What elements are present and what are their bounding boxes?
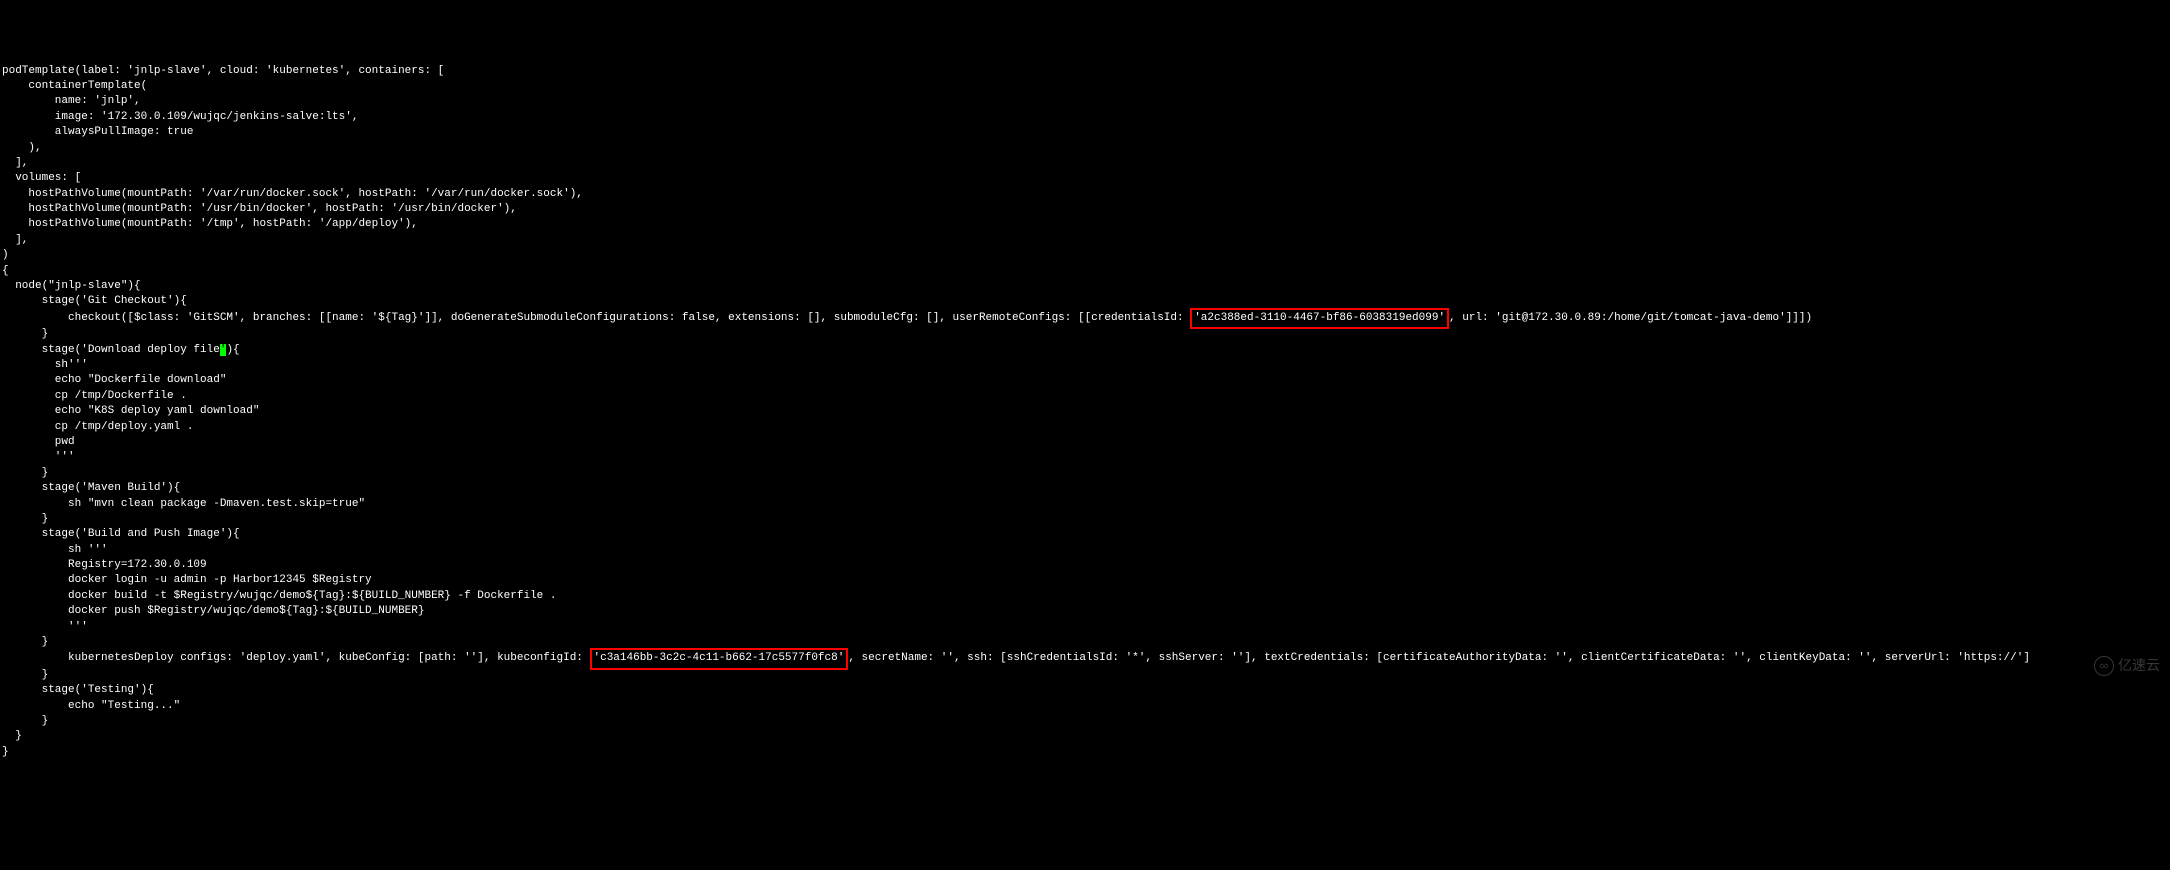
watermark-text: 亿速云 <box>2118 657 2160 673</box>
code-line: } <box>2 512 2168 527</box>
code-line-checkout: checkout([$class: 'GitSCM', branches: [[… <box>2 310 2168 327</box>
code-line: docker build -t $Registry/wujqc/demo${Ta… <box>2 589 2168 604</box>
credentials-id-highlight: 'a2c388ed-3110-4467-bf86-6038319ed099' <box>1190 308 1449 329</box>
code-line: ''' <box>2 620 2168 635</box>
code-line: stage('Testing'){ <box>2 683 2168 698</box>
code-line: stage('Maven Build'){ <box>2 481 2168 496</box>
checkout-prefix: checkout([$class: 'GitSCM', branches: [[… <box>2 312 1190 324</box>
code-line: } <box>2 466 2168 481</box>
code-line: Registry=172.30.0.109 <box>2 558 2168 573</box>
code-line: ], <box>2 233 2168 248</box>
code-line: echo "Dockerfile download" <box>2 373 2168 388</box>
code-line: ), <box>2 141 2168 156</box>
code-line: hostPathVolume(mountPath: '/var/run/dock… <box>2 187 2168 202</box>
code-line: sh ''' <box>2 543 2168 558</box>
code-line: image: '172.30.0.109/wujqc/jenkins-salve… <box>2 110 2168 125</box>
code-line: echo "K8S deploy yaml download" <box>2 404 2168 419</box>
code-editor[interactable]: podTemplate(label: 'jnlp-slave', cloud: … <box>2 64 2168 761</box>
code-line: ) <box>2 248 2168 263</box>
kube-prefix: kubernetesDeploy configs: 'deploy.yaml',… <box>2 652 590 664</box>
code-line: cp /tmp/Dockerfile . <box>2 389 2168 404</box>
code-line-kube: kubernetesDeploy configs: 'deploy.yaml',… <box>2 650 2168 667</box>
code-line: ''' <box>2 450 2168 465</box>
code-line: } <box>2 635 2168 650</box>
code-line: containerTemplate( <box>2 79 2168 94</box>
code-line: } <box>2 714 2168 729</box>
checkout-suffix: , url: 'git@172.30.0.89:/home/git/tomcat… <box>1449 312 1812 324</box>
code-line: echo "Testing..." <box>2 699 2168 714</box>
kubeconfig-id-highlight: 'c3a146bb-3c2c-4c11-b662-17c5577f0fc8' <box>590 648 849 669</box>
code-line: } <box>2 729 2168 744</box>
watermark-icon <box>2094 656 2114 676</box>
code-line: cp /tmp/deploy.yaml . <box>2 420 2168 435</box>
code-line: } <box>2 745 2168 760</box>
code-line: docker push $Registry/wujqc/demo${Tag}:$… <box>2 604 2168 619</box>
code-line-cursor: stage('Download deploy file'){ <box>2 343 2168 358</box>
code-line: hostPathVolume(mountPath: '/tmp', hostPa… <box>2 217 2168 232</box>
stage-download-prefix: stage('Download deploy file <box>2 344 220 356</box>
code-line: pwd <box>2 435 2168 450</box>
code-line: volumes: [ <box>2 171 2168 186</box>
code-line: sh "mvn clean package -Dmaven.test.skip=… <box>2 497 2168 512</box>
code-line: } <box>2 327 2168 342</box>
code-line: hostPathVolume(mountPath: '/usr/bin/dock… <box>2 202 2168 217</box>
code-line: stage('Build and Push Image'){ <box>2 527 2168 542</box>
code-line: alwaysPullImage: true <box>2 125 2168 140</box>
code-line: ], <box>2 156 2168 171</box>
code-line: { <box>2 264 2168 279</box>
code-line: } <box>2 668 2168 683</box>
watermark: 亿速云 <box>2086 636 2160 676</box>
code-line: sh''' <box>2 358 2168 373</box>
code-line: docker login -u admin -p Harbor12345 $Re… <box>2 573 2168 588</box>
stage-download-suffix: ){ <box>226 344 239 356</box>
code-line: name: 'jnlp', <box>2 94 2168 109</box>
code-line: podTemplate(label: 'jnlp-slave', cloud: … <box>2 64 2168 79</box>
code-line: node("jnlp-slave"){ <box>2 279 2168 294</box>
code-line: stage('Git Checkout'){ <box>2 294 2168 309</box>
kube-suffix: , secretName: '', ssh: [sshCredentialsId… <box>848 652 2030 664</box>
